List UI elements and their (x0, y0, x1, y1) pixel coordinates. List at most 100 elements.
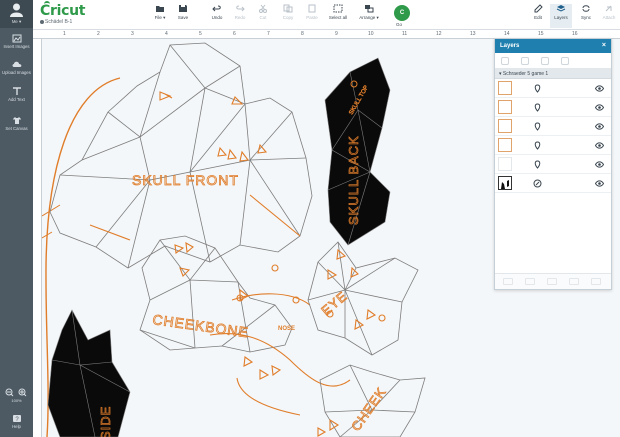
group-icon[interactable] (501, 57, 509, 65)
pencil-icon (534, 4, 543, 13)
layer-row[interactable] (495, 174, 611, 193)
copy-button[interactable]: Copy (280, 4, 296, 28)
layers-icon (556, 5, 566, 12)
cut-operation-icon[interactable] (533, 103, 542, 112)
insert-images-button[interactable]: Insert Images (0, 34, 33, 49)
draw-operation-icon[interactable] (533, 179, 542, 188)
paste-button[interactable]: Paste (304, 4, 320, 28)
layers-footer-actions (495, 273, 611, 289)
ruler-tick-label: 14 (504, 31, 510, 37)
visibility-eye-icon[interactable] (595, 123, 604, 130)
project-name[interactable]: Schädel B-1 (40, 19, 72, 25)
redo-icon (236, 5, 245, 12)
upload-images-label: Upload Images (2, 70, 31, 75)
visibility-eye-icon[interactable] (595, 104, 604, 111)
layer-row[interactable] (495, 155, 611, 174)
add-text-button[interactable]: Add Text (0, 87, 33, 102)
layer-thumbnail (498, 176, 512, 190)
arrange-icon (365, 5, 374, 13)
attach-panel-button[interactable]: Attach (599, 4, 619, 28)
help-button[interactable]: ? Help (0, 414, 33, 429)
upload-cloud-icon (12, 61, 21, 67)
undo-label: Undo (211, 15, 223, 20)
select-all-button[interactable]: Select all (326, 4, 350, 28)
slice-icon[interactable] (503, 278, 513, 285)
layer-thumbnail (498, 100, 512, 114)
label-skull-front: SKULL FRONT (132, 172, 239, 188)
help-icon: ? (12, 415, 21, 423)
close-icon[interactable]: × (602, 42, 606, 49)
ruler-tick-label: 7 (267, 31, 270, 37)
weld-icon[interactable] (525, 278, 535, 285)
side-piece[interactable] (47, 309, 131, 437)
ruler-tick-label: 2 (97, 31, 100, 37)
visibility-eye-icon[interactable] (595, 142, 604, 149)
image-icon (12, 34, 21, 43)
cut-button[interactable]: Cut (256, 4, 270, 28)
layers-panel-button[interactable]: Layers (550, 4, 572, 28)
zoom-level: 100% (11, 398, 22, 403)
label-cheekbone: CHEEKBONE (152, 311, 250, 340)
cut-operation-icon[interactable] (533, 141, 542, 150)
duplicate-icon[interactable] (541, 57, 549, 65)
attach-label: Attach (602, 15, 616, 20)
eye-piece[interactable] (307, 241, 419, 356)
save-button[interactable]: Save (175, 4, 191, 28)
redo-button[interactable]: Redo (232, 4, 248, 28)
label-nose: NOSE (278, 326, 295, 332)
zoom-in-icon[interactable] (18, 388, 27, 397)
ruler-tick-label: 1 (63, 31, 66, 37)
upload-images-button[interactable]: Upload Images (0, 60, 33, 75)
zoom-controls (3, 385, 31, 397)
layers-panel: Layers × ▾ Schraeder 5 game 1 (494, 38, 612, 290)
cut-operation-icon[interactable] (533, 160, 542, 169)
visibility-eye-icon[interactable] (595, 180, 604, 187)
cut-operation-icon[interactable] (533, 84, 542, 93)
layer-row[interactable] (495, 98, 611, 117)
top-toolbar: Cricut Schädel B-1 File ▾ Save Undo Redo… (0, 0, 620, 30)
visibility-eye-icon[interactable] (595, 85, 604, 92)
set-canvas-button[interactable]: Set Canvas (0, 116, 33, 131)
file-menu-label: File ▾ (154, 15, 166, 20)
left-sidebar: Me ▾ Insert Images Upload Images Add Tex… (0, 0, 33, 437)
ruler-tick-label: 13 (470, 31, 476, 37)
visibility-eye-icon[interactable] (595, 161, 604, 168)
layers-label: Layers (554, 15, 568, 20)
cut-label: Cut (259, 15, 267, 20)
brand-area: Cricut Schädel B-1 (38, 1, 118, 28)
help-label: Help (12, 424, 21, 429)
ungroup-icon[interactable] (521, 57, 529, 65)
ruler-tick-label: 8 (301, 31, 304, 37)
select-all-label: Select all (328, 15, 348, 20)
layer-row[interactable] (495, 79, 611, 98)
ruler-tick-label: 3 (131, 31, 134, 37)
file-menu-button[interactable]: File ▾ (150, 4, 170, 28)
skull-front-piece[interactable] (49, 42, 313, 269)
zoom-out-icon[interactable] (5, 388, 14, 397)
layer-row[interactable] (495, 136, 611, 155)
cut-operation-icon[interactable] (533, 122, 542, 131)
contour-icon[interactable] (591, 278, 601, 285)
layer-row[interactable] (495, 117, 611, 136)
user-menu[interactable]: Me ▾ (0, 0, 33, 28)
arrange-label: Arrange ▾ (359, 15, 379, 20)
copy-icon (283, 4, 293, 13)
clipboard-icon (308, 4, 316, 13)
edit-panel-button[interactable]: Edit (528, 4, 548, 28)
attach-icon[interactable] (547, 278, 557, 285)
layer-thumbnail (498, 138, 512, 152)
ruler-tick-label: 4 (165, 31, 168, 37)
shirt-icon (12, 117, 21, 124)
flatten-icon[interactable] (569, 278, 579, 285)
undo-button[interactable]: Undo (208, 4, 226, 28)
go-button[interactable]: C (394, 5, 410, 21)
arrange-menu-button[interactable]: Arrange ▾ (356, 4, 382, 28)
save-icon (179, 5, 187, 12)
set-canvas-label: Set Canvas (5, 126, 28, 131)
layer-group-row[interactable]: ▾ Schraeder 5 game 1 (495, 69, 611, 79)
delete-icon[interactable] (561, 57, 569, 65)
layer-thumbnail (498, 119, 512, 133)
sync-panel-button[interactable]: Sync (576, 4, 596, 28)
ruler-left (33, 39, 42, 437)
ruler-tick-label: 9 (335, 31, 338, 37)
